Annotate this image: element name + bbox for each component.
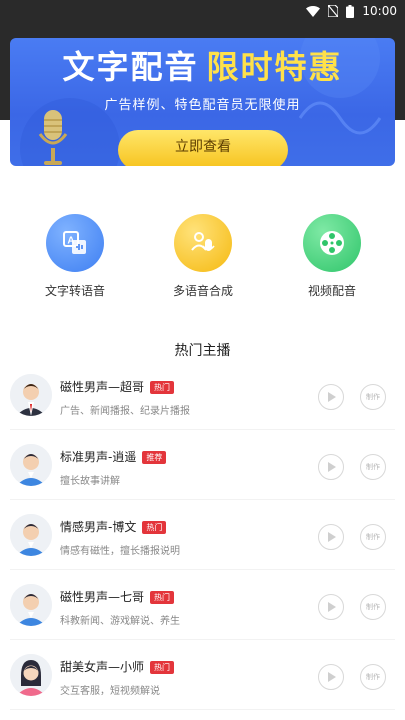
view-now-button[interactable]: 立即查看 [118, 130, 288, 166]
feature-label: 文字转语音 [44, 284, 105, 298]
make-button[interactable]: 制作 [360, 384, 386, 410]
wifi-icon [306, 5, 321, 17]
avatar [10, 654, 52, 696]
anchor-name: 标准男声-逍遥 推荐 [60, 448, 167, 465]
banner-title-main: 文字配音 [62, 48, 199, 86]
play-icon [328, 672, 336, 682]
make-button[interactable]: 制作 [360, 524, 386, 550]
feature-shortcuts: A 文字转语音 多语音合成 视频配音 [0, 214, 405, 314]
make-button[interactable]: 制作 [360, 454, 386, 480]
play-button[interactable] [318, 524, 344, 550]
anchor-name-text: 标准男声-逍遥 [60, 450, 137, 464]
banner-title-highlight: 限时特惠 [206, 48, 343, 86]
feature-multi-voice[interactable]: 多语音合成 [143, 214, 263, 299]
play-button[interactable] [318, 664, 344, 690]
promo-banner[interactable]: 文字配音 限时特惠 广告样例、特色配音员无限使用 立即查看 [10, 38, 395, 166]
hot-badge: 热门 [142, 521, 167, 534]
avatar [10, 444, 52, 486]
feature-text-to-speech[interactable]: A 文字转语音 [15, 214, 135, 299]
battery-icon [346, 4, 355, 18]
anchor-name: 磁性男声—超哥 热门 [60, 378, 175, 395]
play-icon [328, 602, 336, 612]
play-button[interactable] [318, 454, 344, 480]
list-item[interactable]: 标准男声-逍遥 推荐 擅长故事讲解 制作 [10, 430, 395, 500]
anchor-list: 磁性男声—超哥 热门 广告、新闻播报、纪录片播报 制作 标准男声-逍遥 推荐 擅长故… [0, 360, 405, 710]
play-button[interactable] [318, 384, 344, 410]
hot-badge: 热门 [150, 591, 175, 604]
list-item[interactable]: 情感男声-博文 热门 情感有磁性，擅长播报说明 制作 [10, 500, 395, 570]
anchor-name-text: 磁性男声—七哥 [60, 590, 145, 604]
banner-subtitle: 广告样例、特色配音员无限使用 [104, 98, 301, 113]
avatar [10, 584, 52, 626]
anchor-name: 情感男声-博文 热门 [60, 518, 167, 535]
list-item[interactable]: 磁性男声—七哥 热门 科教新闻、游戏解说、养生 制作 [10, 570, 395, 640]
anchor-description: 擅长故事讲解 [60, 476, 120, 487]
text-to-speech-icon: A [46, 214, 104, 272]
play-icon [328, 462, 336, 472]
recommend-badge: 推荐 [142, 451, 167, 464]
list-item[interactable]: 甜美女声—小师 热门 交互客服，短视频解说 制作 [10, 640, 395, 710]
make-button[interactable]: 制作 [360, 664, 386, 690]
anchor-name-text: 情感男声-博文 [60, 520, 137, 534]
status-time: 10:00 [362, 4, 397, 18]
microphone-icon [38, 110, 68, 165]
anchor-name-text: 甜美女声—小师 [60, 660, 145, 674]
video-dubbing-icon [303, 214, 361, 272]
play-button[interactable] [318, 594, 344, 620]
play-icon [328, 392, 336, 402]
play-icon [328, 532, 336, 542]
list-item[interactable]: 磁性男声—超哥 热门 广告、新闻播报、纪录片播报 制作 [10, 360, 395, 430]
anchor-description: 广告、新闻播报、纪录片播报 [60, 406, 190, 417]
make-button[interactable]: 制作 [360, 594, 386, 620]
hot-badge: 热门 [150, 661, 175, 674]
multi-voice-icon [174, 214, 232, 272]
anchor-name: 甜美女声—小师 热门 [60, 658, 175, 675]
feature-label: 视频配音 [307, 284, 356, 298]
anchor-description: 交互客服，短视频解说 [60, 686, 160, 697]
no-sim-icon [328, 5, 339, 17]
anchor-name: 磁性男声—七哥 热门 [60, 588, 175, 605]
hot-badge: 热门 [150, 381, 175, 394]
anchor-name-text: 磁性男声—超哥 [60, 380, 145, 394]
anchor-description: 情感有磁性，擅长播报说明 [60, 546, 180, 557]
banner-title: 文字配音 限时特惠 [10, 42, 395, 88]
avatar [10, 374, 52, 416]
avatar [10, 514, 52, 556]
anchor-description: 科教新闻、游戏解说、养生 [60, 616, 180, 627]
section-title: 热门主播 [174, 343, 231, 359]
feature-video-dubbing[interactable]: 视频配音 [272, 214, 392, 299]
status-bar: 10:00 [0, 0, 405, 24]
feature-label: 多语音合成 [172, 284, 233, 298]
